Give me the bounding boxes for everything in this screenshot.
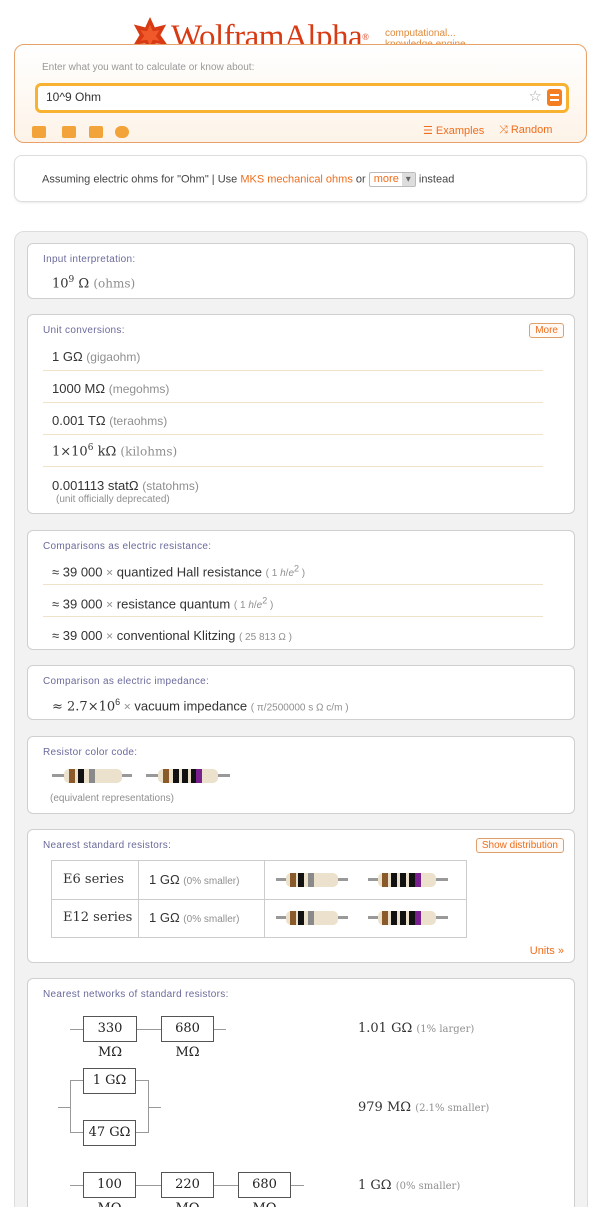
- network-resistor: 680 MΩ: [161, 1016, 214, 1060]
- compute-button[interactable]: [547, 89, 562, 106]
- history-icon[interactable]: [115, 126, 129, 138]
- resistor-5band-graphic: [146, 769, 230, 783]
- resistor-5band-graphic: [368, 873, 448, 887]
- pod-title: Nearest standard resistors:: [43, 840, 172, 851]
- assumption-bar: Assuming electric ohms for "Ohm" | Use M…: [14, 155, 587, 202]
- table-row-series: E6 series: [63, 872, 124, 887]
- keyboard-icon[interactable]: [32, 126, 46, 138]
- favorite-star-icon[interactable]: ☆: [529, 87, 542, 105]
- units-link[interactable]: Units »: [530, 945, 564, 957]
- data-input-icon[interactable]: [89, 126, 103, 138]
- impedance-row: ≈ 2.7×106 × vacuum impedance ( π/2500000…: [52, 697, 349, 715]
- network-result: 1.01 GΩ (1% larger): [358, 1021, 475, 1036]
- resistor-4band-graphic: [276, 873, 348, 887]
- input-label: Enter what you want to calculate or know…: [42, 62, 255, 73]
- assumption-text: Assuming electric ohms for "Ohm" | Use M…: [42, 172, 454, 187]
- network-resistor: 1 GΩ: [83, 1068, 136, 1094]
- query-input[interactable]: 10^9 Ohm ☆: [35, 83, 569, 113]
- conversion-row: 0.001 TΩ (teraohms): [52, 413, 168, 428]
- more-button[interactable]: More: [529, 323, 564, 338]
- network-resistor: 680 MΩ: [238, 1172, 291, 1207]
- network-resistor: 100 MΩ: [83, 1172, 136, 1207]
- network-resistor: 220 MΩ: [161, 1172, 214, 1207]
- pod-nearest-standard-resistors: Nearest standard resistors: Show distrib…: [27, 829, 575, 963]
- show-distribution-button[interactable]: Show distribution: [475, 838, 564, 853]
- table-row-series: E12 series: [63, 910, 133, 925]
- standard-resistors-table: E6 series 1 GΩ (0% smaller) E12 series 1…: [51, 860, 467, 938]
- table-row-value: 1 GΩ (0% smaller): [149, 910, 240, 925]
- list-icon: ☰: [423, 125, 436, 137]
- pod-comparison-impedance: Comparison as electric impedance: ≈ 2.7×…: [27, 665, 575, 720]
- shuffle-icon: ⤨: [499, 124, 511, 136]
- pod-comparisons-resistance: Comparisons as electric resistance: ≈ 39…: [27, 530, 575, 650]
- resistor-5band-graphic: [368, 911, 448, 925]
- more-assumptions-select[interactable]: more: [368, 172, 416, 187]
- random-link[interactable]: ⤨ Random: [499, 124, 552, 137]
- pod-title: Nearest networks of standard resistors:: [43, 989, 229, 1000]
- input-value: 109 Ω (ohms): [52, 275, 136, 292]
- pod-resistor-color-code: Resistor color code: (equivalent represe…: [27, 736, 575, 814]
- pod-nearest-networks: Nearest networks of standard resistors: …: [27, 978, 575, 1207]
- pod-title: Input interpretation:: [43, 254, 136, 265]
- conversion-row: 1 GΩ (gigaohm): [52, 349, 141, 364]
- resistor-4band-graphic: [52, 769, 132, 783]
- conversion-row: 1000 MΩ (megohms): [52, 381, 170, 396]
- pod-title: Resistor color code:: [43, 747, 138, 758]
- network-resistor: 47 GΩ: [83, 1120, 136, 1146]
- comparison-row: ≈ 39 000 × resistance quantum ( 1 h/e2 ): [52, 596, 274, 612]
- pod-title: Comparisons as electric resistance:: [43, 541, 212, 552]
- query-text[interactable]: 10^9 Ohm: [46, 90, 101, 104]
- pod-input-interpretation: Input interpretation: 109 Ω (ohms): [27, 243, 575, 299]
- pod-title: Comparison as electric impedance:: [43, 676, 210, 687]
- color-code-note: (equivalent representations): [50, 793, 174, 804]
- network-result: 979 MΩ (2.1% smaller): [358, 1100, 490, 1115]
- examples-link[interactable]: ☰ Examples: [423, 124, 484, 137]
- resistor-4band-graphic: [276, 911, 348, 925]
- pod-title: Unit conversions:: [43, 325, 125, 336]
- input-panel: Enter what you want to calculate or know…: [14, 44, 587, 143]
- network-resistor: 330 MΩ: [83, 1016, 137, 1060]
- mks-mechanical-ohms-link[interactable]: MKS mechanical ohms: [240, 173, 353, 185]
- pod-unit-conversions: Unit conversions: More 1 GΩ (gigaohm) 10…: [27, 314, 575, 514]
- table-row-value: 1 GΩ (0% smaller): [149, 872, 240, 887]
- comparison-row: ≈ 39 000 × quantized Hall resistance ( 1…: [52, 564, 306, 580]
- conversion-row: 1×106 kΩ (kilohms): [52, 443, 178, 460]
- network-result: 1 GΩ (0% smaller): [358, 1178, 461, 1193]
- comparison-row: ≈ 39 000 × conventional Klitzing ( 25 81…: [52, 628, 292, 643]
- conversion-row: 0.001113 statΩ (statohms): [52, 478, 199, 493]
- camera-upload-icon[interactable]: [62, 126, 76, 138]
- deprecated-note: (unit officially deprecated): [56, 494, 170, 505]
